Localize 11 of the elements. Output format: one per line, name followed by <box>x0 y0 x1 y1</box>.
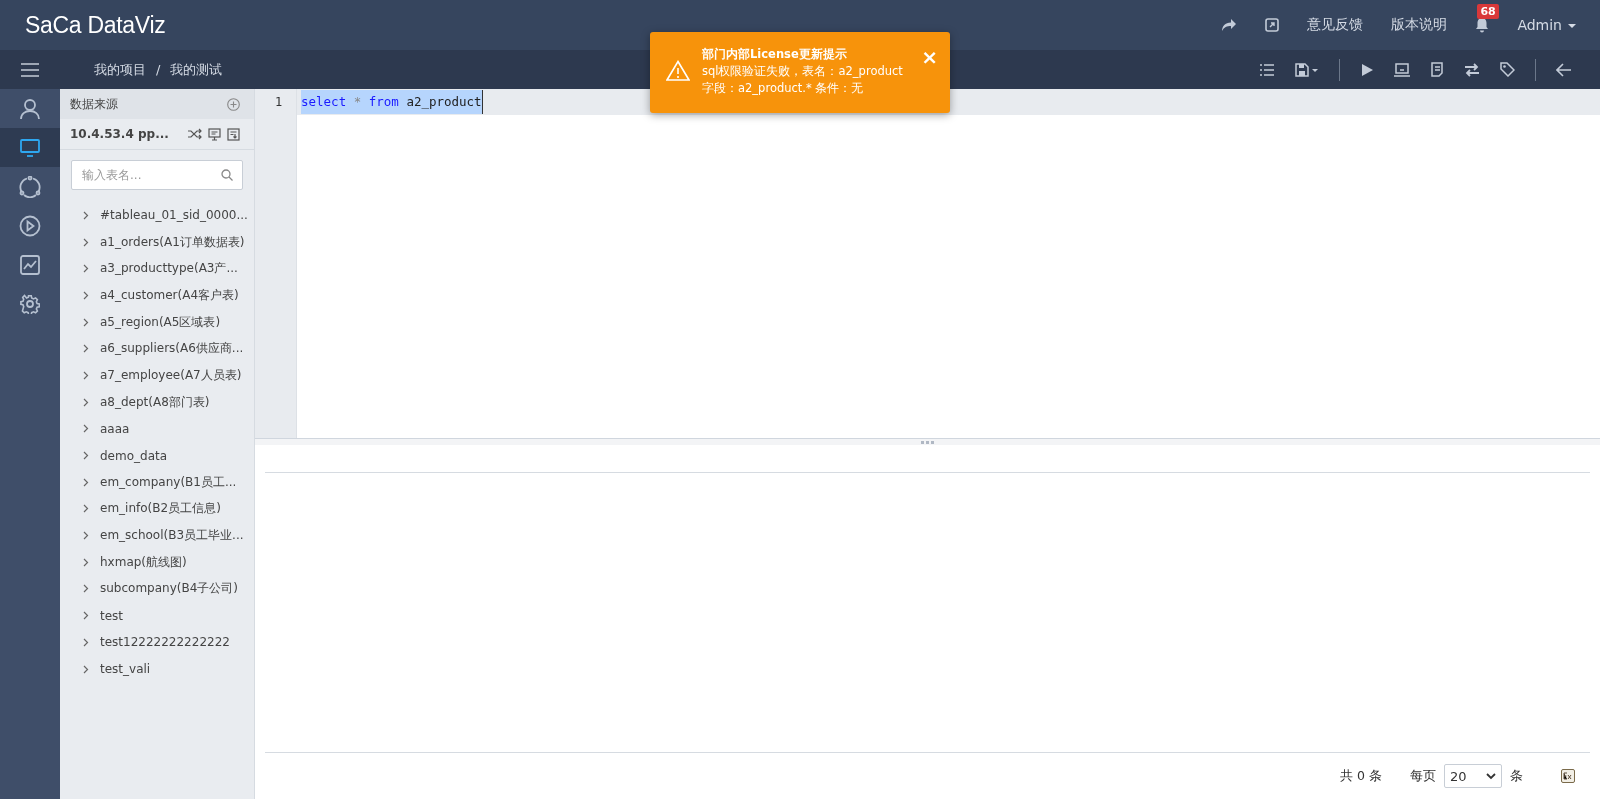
per-page-unit: 条 <box>1510 767 1523 785</box>
connection-name: 10.4.53.4 pp... <box>70 127 169 141</box>
toast-message: sql权限验证失败，表名：a2_product 字段：a2_product.* 条件：无 <box>702 63 904 97</box>
per-page-label: 每页 <box>1410 767 1436 785</box>
panel-title: 数据来源 <box>70 95 118 113</box>
line-number: 1 <box>273 94 284 111</box>
toast-title: 部门内部License更新提示 <box>702 46 848 63</box>
breadcrumb-separator: / <box>156 62 161 77</box>
logo: SaCa DataViz <box>25 11 166 39</box>
total-count: 共 0 条 <box>1340 767 1382 785</box>
notification-badge: 68 <box>1477 4 1499 19</box>
